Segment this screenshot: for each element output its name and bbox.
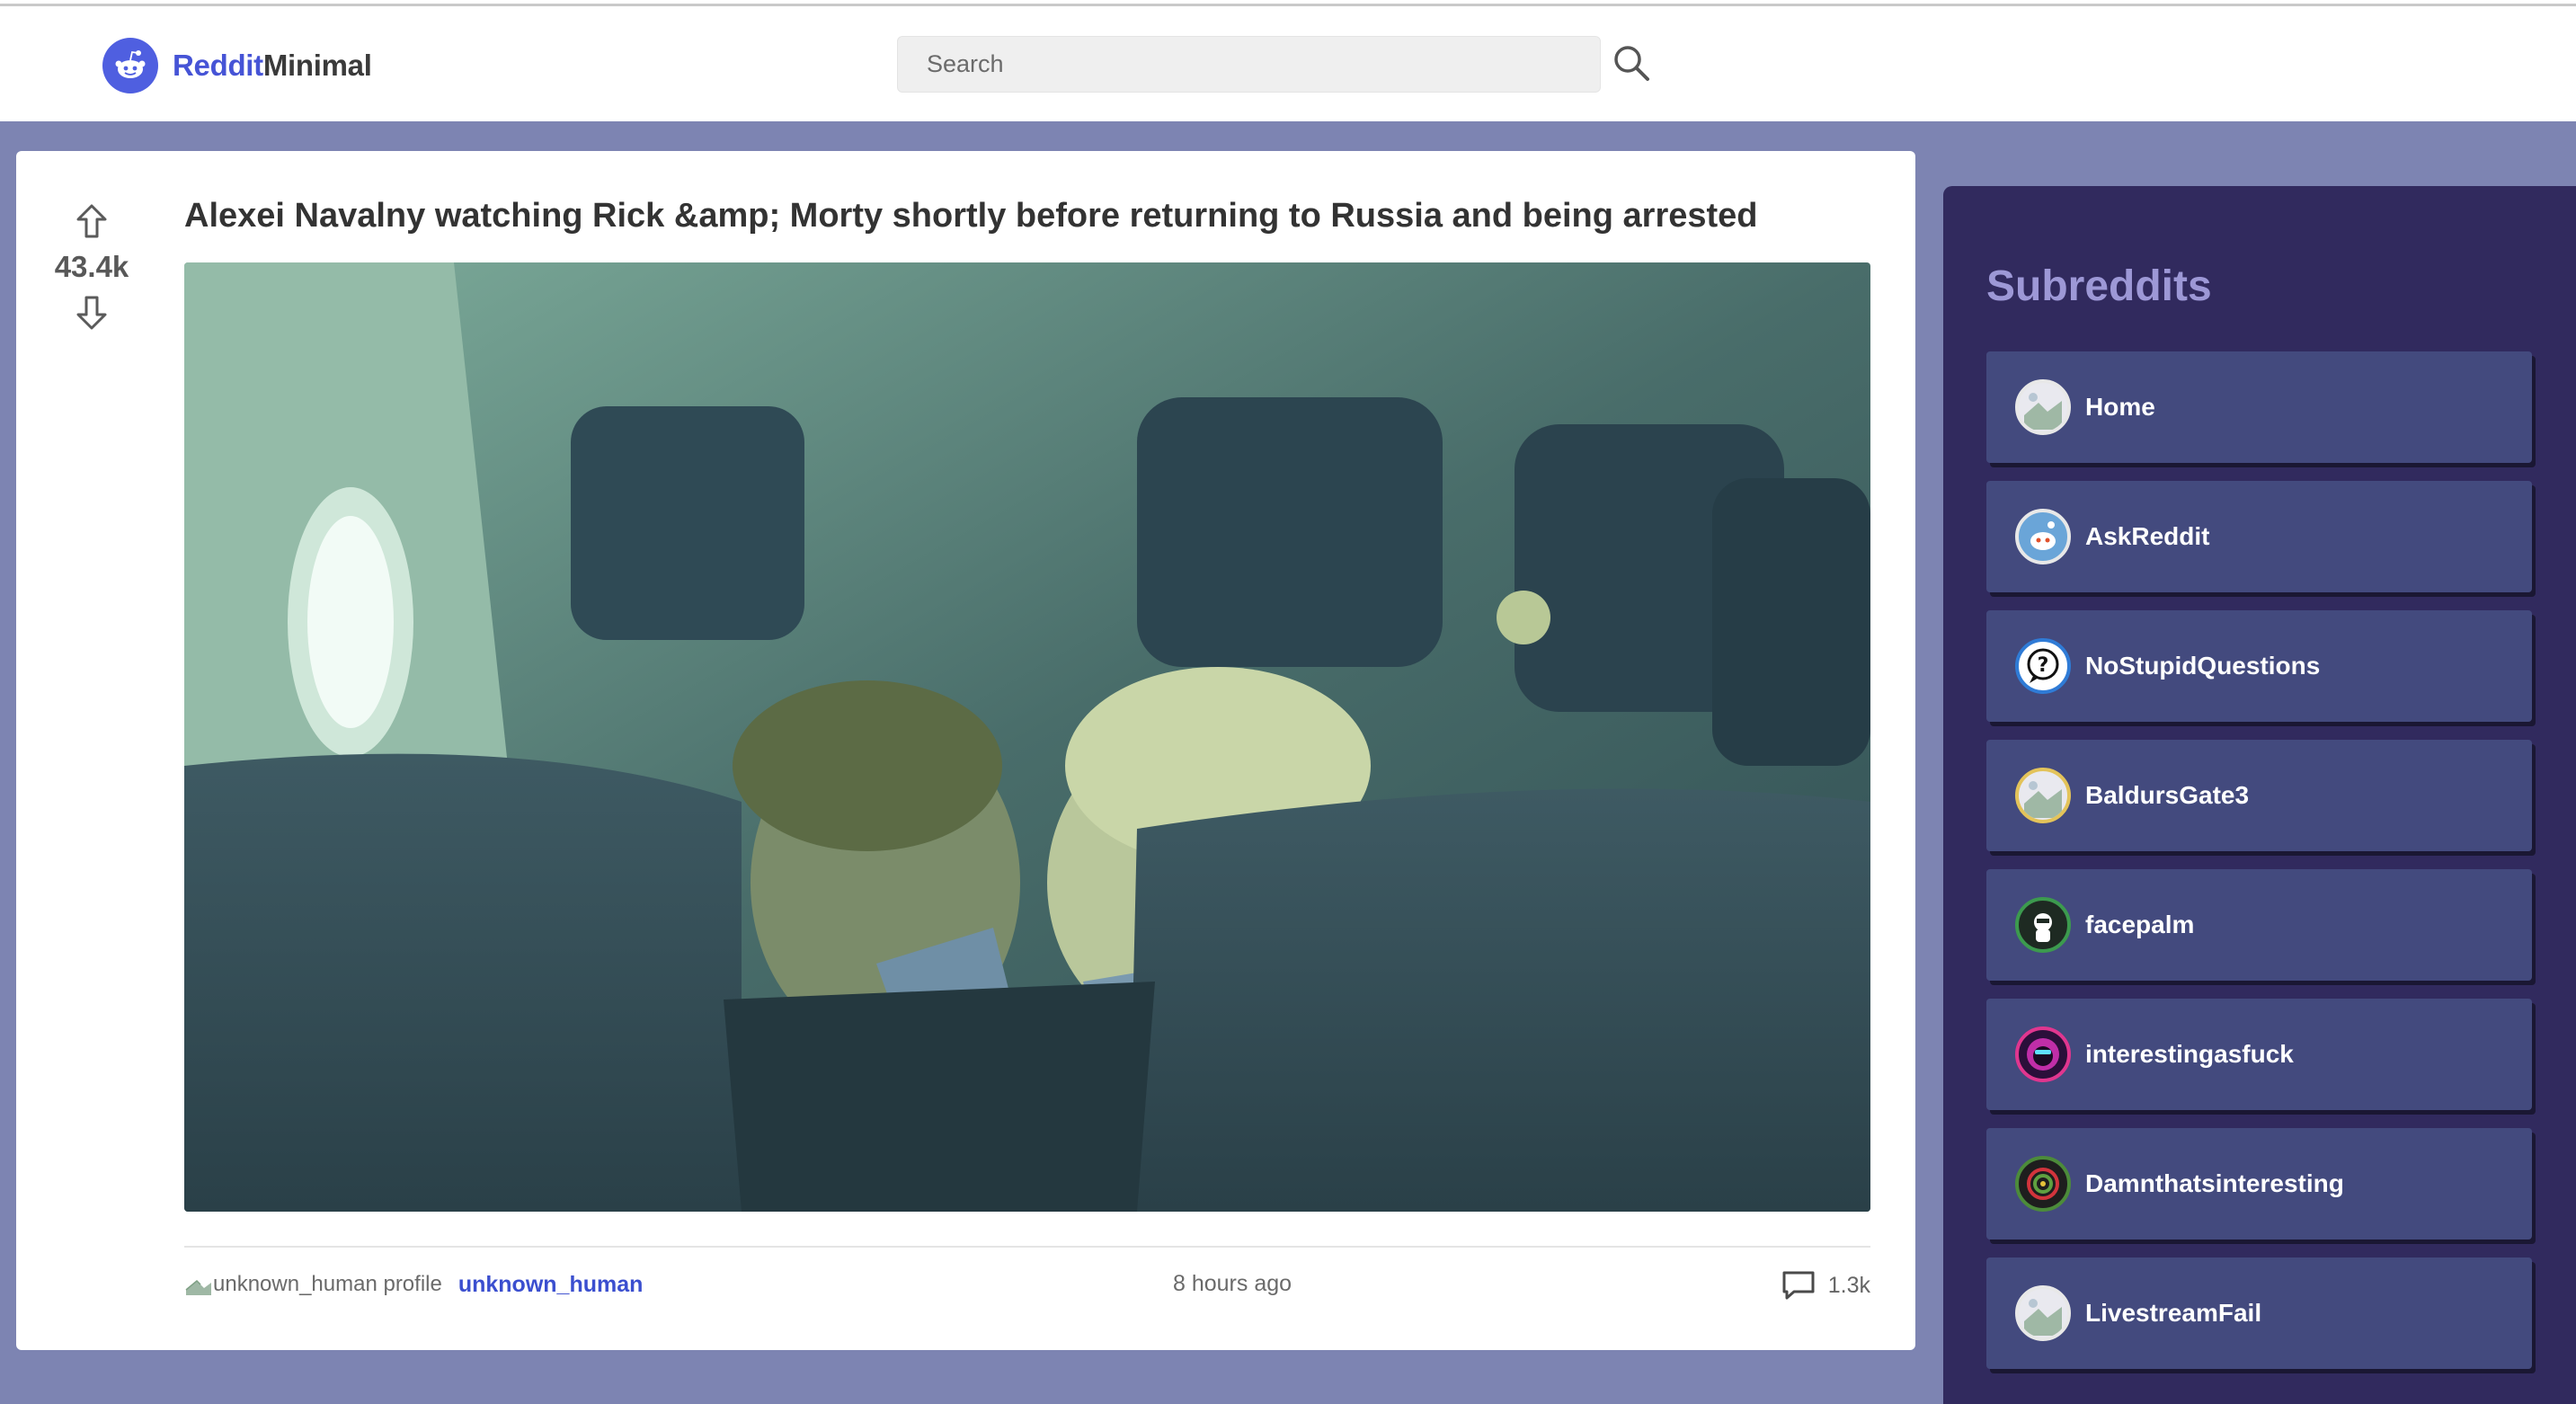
upvote-button[interactable]	[67, 196, 117, 246]
subreddit-label: Damnthatsinteresting	[2085, 1169, 2344, 1197]
post-image[interactable]	[184, 262, 1870, 1212]
broken-image-icon	[185, 1279, 211, 1295]
question-mark-icon: ?	[2015, 638, 2071, 694]
vote-column: 43.4k	[41, 196, 142, 338]
post-title[interactable]: Alexei Navalny watching Rick &amp; Morty…	[184, 192, 1874, 239]
comments-button[interactable]: 1.3k	[1781, 1267, 1870, 1303]
subreddit-label: BaldursGate3	[2085, 781, 2250, 809]
post-footer: unknown_human profile unknown_human 8 ho…	[184, 1262, 1870, 1307]
facepalm-icon	[2015, 897, 2071, 953]
subreddit-label: Home	[2085, 393, 2155, 421]
arrow-up-icon	[76, 204, 107, 238]
post-card: 43.4k Alexei Navalny watching Rick &amp;…	[16, 151, 1915, 1350]
search-input[interactable]	[897, 36, 1601, 93]
logo[interactable]: RedditMinimal	[102, 37, 372, 94]
logo-text: RedditMinimal	[173, 49, 372, 83]
subreddit-item-nostupidquestions[interactable]: ? NoStupidQuestions	[1986, 610, 2532, 722]
logo-text-suffix: Minimal	[262, 49, 372, 82]
author-info: unknown_human profile unknown_human	[184, 1262, 643, 1307]
askreddit-icon	[2015, 509, 2071, 564]
sidebar-title: Subreddits	[1986, 262, 2212, 310]
subreddit-item-facepalm[interactable]: facepalm	[1986, 869, 2532, 981]
comment-count: 1.3k	[1827, 1272, 1870, 1298]
author-avatar[interactable]: unknown_human profile	[184, 1272, 442, 1297]
subreddit-item-damnthatsinteresting[interactable]: Damnthatsinteresting	[1986, 1128, 2532, 1240]
reddit-logo-icon	[102, 38, 158, 93]
subreddit-item-baldursgate3[interactable]: BaldursGate3	[1986, 740, 2532, 851]
search-icon	[1614, 46, 1649, 81]
subreddit-item-livestreamfail[interactable]: LivestreamFail	[1986, 1257, 2532, 1369]
post-timestamp: 8 hours ago	[1173, 1271, 1292, 1296]
damnthatsinteresting-icon	[2015, 1156, 2071, 1212]
search-button[interactable]	[1609, 40, 1654, 85]
interestingasfuck-icon	[2015, 1026, 2071, 1082]
subreddit-label: LivestreamFail	[2085, 1299, 2262, 1327]
arrow-down-icon	[76, 296, 107, 330]
logo-text-prefix: Reddit	[173, 49, 263, 82]
subreddit-label: AskReddit	[2085, 522, 2210, 550]
subreddits-sidebar: Subreddits Home AskReddit ? NoStupidQues…	[1943, 186, 2576, 1404]
comment-icon	[1782, 1271, 1815, 1300]
subreddit-item-interestingasfuck[interactable]: interestingasfuck	[1986, 999, 2532, 1110]
downvote-button[interactable]	[67, 288, 117, 338]
subreddit-item-askreddit[interactable]: AskReddit	[1986, 481, 2532, 592]
app-header: RedditMinimal	[0, 6, 2576, 121]
livestreamfail-icon	[2015, 1285, 2071, 1341]
post-score: 43.4k	[54, 250, 129, 283]
author-avatar-alt-text: unknown_human profile	[213, 1272, 442, 1296]
subreddit-label: NoStupidQuestions	[2085, 652, 2321, 680]
baldursgate3-icon	[2015, 768, 2071, 823]
home-subreddit-icon	[2015, 379, 2071, 435]
subreddit-label: facepalm	[2085, 911, 2195, 938]
svg-text:?: ?	[2038, 654, 2049, 677]
author-link[interactable]: unknown_human	[458, 1272, 644, 1298]
subreddit-label: interestingasfuck	[2085, 1040, 2294, 1068]
top-border	[0, 0, 2576, 6]
post-divider	[184, 1246, 1870, 1248]
subreddit-list: Home AskReddit ? NoStupidQuestions Baldu…	[1986, 351, 2532, 1387]
subreddit-item-home[interactable]: Home	[1986, 351, 2532, 463]
